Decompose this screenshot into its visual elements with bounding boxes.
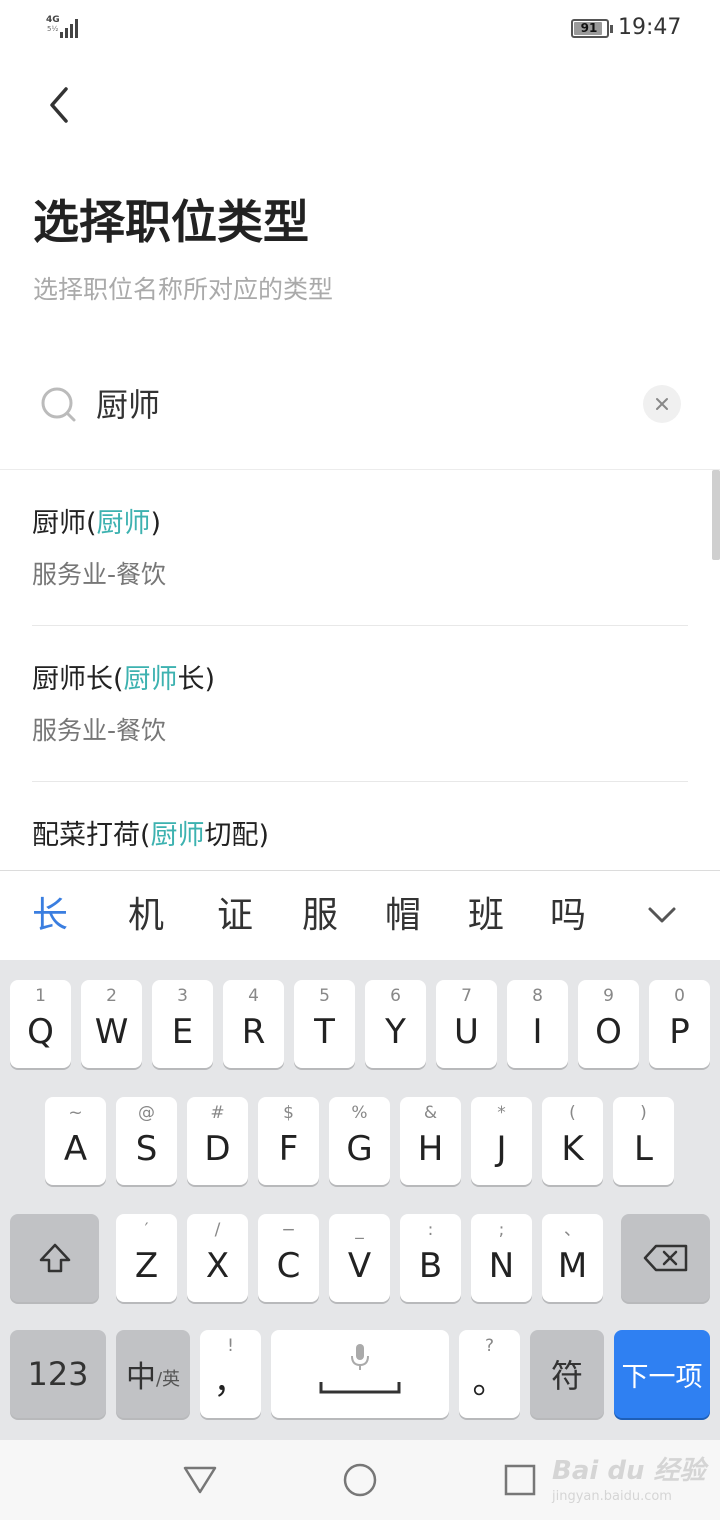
key-w[interactable]: 2W [81,980,142,1068]
candidate-item[interactable]: 帽 [385,891,421,941]
status-bar: 4G 5½ 91 19:47 [0,0,720,56]
chevron-down-icon[interactable] [642,893,682,937]
status-time: 19:47 [618,15,682,40]
key-g[interactable]: % G [329,1097,390,1185]
candidate-item[interactable]: 服 [302,891,338,941]
key-o[interactable]: 9O [578,980,639,1068]
result-name: 厨师(厨师) [32,508,162,539]
space-key[interactable] [271,1330,449,1418]
list-item[interactable]: 厨师长(厨师长) 服务业-餐饮 [32,626,688,782]
key-z[interactable]: ′ Z [116,1214,177,1302]
candidate-item[interactable]: 证 [217,891,253,941]
battery-level: 91 [580,21,598,35]
result-category: 服务业-餐饮 [32,560,167,589]
network-sub: 5½ [47,25,59,33]
key-y[interactable]: 6Y [365,980,426,1068]
back-button[interactable] [36,82,80,128]
key-s[interactable]: @ S [116,1097,177,1185]
key-r[interactable]: 4R [223,980,284,1068]
backspace-key[interactable] [621,1214,710,1302]
chevron-left-icon [50,87,68,123]
watermark: Bai du 经验 jingyan.baidu.com [552,1456,706,1504]
key-c[interactable]: − C [258,1214,319,1302]
shift-icon [39,1243,70,1273]
candidate-item[interactable]: 班 [468,891,504,941]
space-bar-icon [319,1382,401,1394]
backspace-icon [643,1244,687,1272]
key-h[interactable]: & H [400,1097,461,1185]
key-e[interactable]: 3E [152,980,213,1068]
result-name: 厨师长(厨师长) [32,664,216,695]
clear-button[interactable] [643,385,681,423]
search-icon [41,387,76,422]
shift-key[interactable] [10,1214,99,1302]
search-input[interactable] [96,380,616,430]
list-item[interactable]: 厨师(厨师) 服务业-餐饮 [32,470,688,626]
network-type: 4G [46,15,60,25]
key-n[interactable]: ; N [471,1214,532,1302]
scrollbar[interactable] [712,470,720,560]
result-name: 配菜打荷(厨师切配) [32,820,270,851]
microphone-icon [351,1344,369,1370]
battery-icon: 91 [571,19,613,38]
numeric-key[interactable]: 123 [10,1330,106,1418]
key-v[interactable]: _ V [329,1214,390,1302]
key-t[interactable]: 5T [294,980,355,1068]
key-a[interactable]: ~ A [45,1097,106,1185]
keyboard: 1Q 2W 3E 4R 5T 6Y 7U 8I 9O 0P ~ A @ S # D $… [0,960,720,1440]
key-b[interactable]: :B [400,1214,461,1302]
candidate-item[interactable]: 长 [32,891,68,941]
key-m[interactable]: 、 M [542,1214,603,1302]
key-d[interactable]: # D [187,1097,248,1185]
key-f[interactable]: $ F [258,1097,319,1185]
candidate-bar: 长 机 证 服 帽 班 吗 [0,870,720,960]
period-key[interactable]: ?。 [459,1330,520,1418]
page-title: 选择职位类型 [33,195,309,249]
key-j[interactable]: * J [471,1097,532,1185]
page-subtitle: 选择职位名称所对应的类型 [33,275,334,304]
circle-home-icon[interactable] [338,1458,382,1502]
key-l[interactable]: ) L [613,1097,674,1185]
triangle-back-icon[interactable] [178,1458,222,1502]
key-x[interactable]: / X [187,1214,248,1302]
candidate-item[interactable]: 机 [128,891,164,941]
next-button[interactable]: 下一项 [614,1330,710,1418]
key-u[interactable]: 7U [436,980,497,1068]
key-k[interactable]: (K [542,1097,603,1185]
comma-key[interactable]: !， [200,1330,261,1418]
results-list: 厨师(厨师) 服务业-餐饮 厨师长(厨师长) 服务业-餐饮 配菜打荷(厨师切配) [0,470,720,870]
signal-icon: 4G 5½ [46,14,82,40]
key-i[interactable]: 8I [507,980,568,1068]
language-key[interactable]: 中/英 [116,1330,190,1418]
symbol-key[interactable]: 符 [530,1330,604,1418]
search-bar [0,360,720,450]
result-category: 服务业-餐饮 [32,716,167,745]
candidate-item[interactable]: 吗 [550,891,586,941]
list-item[interactable]: 配菜打荷(厨师切配) [32,782,688,870]
key-q[interactable]: 1Q [10,980,71,1068]
key-p[interactable]: 0P [649,980,710,1068]
close-icon [656,398,668,410]
square-recent-icon[interactable] [498,1458,542,1502]
